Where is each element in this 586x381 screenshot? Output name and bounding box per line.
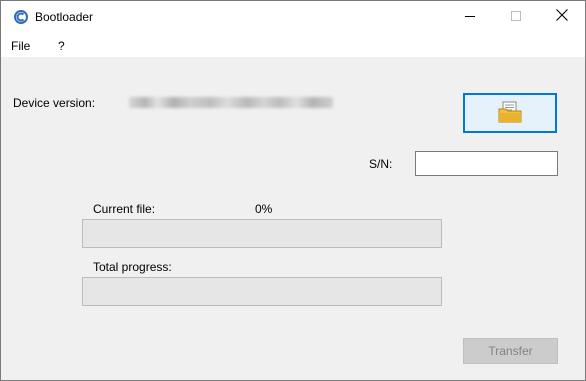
device-version-label: Device version: (13, 96, 96, 110)
minimize-icon (465, 10, 475, 24)
minimize-button[interactable] (447, 1, 493, 32)
bootloader-window: Bootloader File ? Device version: S/N: C… (0, 0, 586, 381)
serial-number-input[interactable] (415, 151, 558, 176)
total-progress-label: Total progress: (93, 260, 172, 274)
main-panel: Device version: S/N: Current file: 0% To… (1, 58, 585, 380)
bootloader-app-icon (13, 9, 29, 25)
close-button[interactable] (539, 1, 585, 32)
maximize-button[interactable] (493, 1, 539, 32)
transfer-button[interactable]: Transfer (463, 338, 558, 364)
title-bar[interactable]: Bootloader (1, 1, 585, 32)
total-progress-bar (82, 277, 442, 306)
menu-bar: File ? (1, 32, 585, 58)
current-file-progress-bar (82, 219, 442, 248)
folder-document-icon (498, 101, 522, 126)
menu-file[interactable]: File (11, 39, 30, 53)
device-version-value (129, 97, 333, 108)
current-file-percent: 0% (255, 202, 273, 216)
current-file-label: Current file: (93, 202, 156, 216)
close-icon (556, 9, 568, 24)
menu-help[interactable]: ? (58, 39, 65, 53)
open-file-button[interactable] (463, 93, 557, 133)
serial-number-label: S/N: (369, 157, 393, 171)
window-title: Bootloader (35, 10, 94, 24)
maximize-icon (511, 10, 521, 24)
